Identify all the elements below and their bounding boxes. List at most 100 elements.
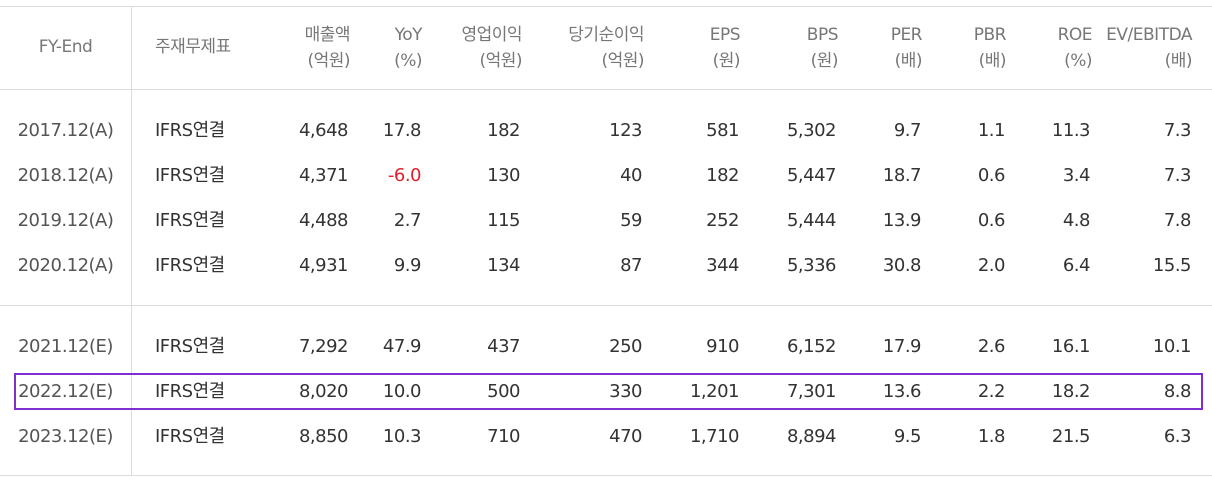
- cell-eps: 581: [706, 120, 739, 141]
- cell-operating-profit: 500: [487, 381, 520, 402]
- cell-sales: 8,020: [298, 381, 349, 402]
- table-top-border: [0, 6, 1212, 7]
- cell-sales: 4,488: [298, 210, 349, 231]
- cell-operating-profit: 130: [487, 165, 520, 186]
- cell-type: IFRS연결: [155, 120, 225, 141]
- cell-per: 17.9: [882, 336, 922, 357]
- cell-pbr: 1.8: [977, 426, 1006, 447]
- cell-eps: 182: [706, 165, 739, 186]
- cell-yoy: 10.0: [382, 381, 422, 402]
- header-pbr: PBR (배): [973, 25, 1007, 71]
- cell-roe: 6.4: [1062, 255, 1091, 276]
- cell-eps: 910: [706, 336, 739, 357]
- cell-roe: 4.8: [1062, 210, 1091, 231]
- header-bps: BPS (원): [806, 25, 839, 71]
- cell-roe: 21.5: [1051, 426, 1091, 447]
- cell-type: IFRS연결: [155, 255, 225, 276]
- cell-yoy: 47.9: [382, 336, 422, 357]
- cell-bps: 5,447: [786, 165, 837, 186]
- cell-net-income: 250: [609, 336, 642, 357]
- cell-operating-profit: 710: [487, 426, 520, 447]
- cell-pbr: 0.6: [977, 210, 1006, 231]
- cell-roe: 16.1: [1051, 336, 1091, 357]
- cell-net-income: 123: [609, 120, 642, 141]
- header-sales: 매출액 (억원): [304, 25, 351, 71]
- header-net-income: 당기순이익 (억원): [568, 25, 644, 71]
- cell-type: IFRS연결: [155, 426, 225, 447]
- cell-type: IFRS연결: [155, 336, 225, 357]
- cell-ev-ebitda: 7.3: [1163, 165, 1192, 186]
- cell-yoy: 9.9: [393, 255, 422, 276]
- cell-sales: 4,648: [298, 120, 349, 141]
- cell-yoy: 17.8: [382, 120, 422, 141]
- section-divider: [0, 305, 1212, 306]
- cell-fy-end: 2017.12(A): [17, 120, 114, 141]
- cell-operating-profit: 115: [487, 210, 520, 231]
- cell-fy-end: 2022.12(E): [18, 381, 113, 402]
- cell-eps: 1,201: [689, 381, 740, 402]
- cell-bps: 8,894: [786, 426, 837, 447]
- header-operating-profit: 영업이익 (억원): [461, 25, 522, 71]
- cell-sales: 4,371: [298, 165, 349, 186]
- header-per: PER (배): [890, 25, 923, 71]
- cell-ev-ebitda: 7.8: [1163, 210, 1192, 231]
- cell-bps: 5,336: [786, 255, 837, 276]
- cell-bps: 6,152: [786, 336, 837, 357]
- header-ev-ebitda: EV/EBITDA (배): [1106, 25, 1192, 71]
- cell-pbr: 2.6: [977, 336, 1006, 357]
- cell-ev-ebitda: 7.3: [1163, 120, 1192, 141]
- cell-operating-profit: 437: [487, 336, 520, 357]
- cell-fy-end: 2020.12(A): [17, 255, 114, 276]
- cell-net-income: 470: [609, 426, 642, 447]
- cell-type: IFRS연결: [155, 165, 225, 186]
- cell-sales: 7,292: [298, 336, 349, 357]
- cell-fy-end: 2019.12(A): [17, 210, 114, 231]
- cell-per: 30.8: [882, 255, 922, 276]
- cell-sales: 8,850: [298, 426, 349, 447]
- cell-pbr: 1.1: [977, 120, 1006, 141]
- header-type: 주재무제표: [155, 37, 231, 57]
- cell-ev-ebitda: 6.3: [1163, 426, 1192, 447]
- cell-eps: 344: [706, 255, 739, 276]
- cell-roe: 11.3: [1051, 120, 1091, 141]
- cell-net-income: 40: [620, 165, 642, 186]
- cell-fy-end: 2023.12(E): [18, 426, 113, 447]
- cell-operating-profit: 134: [487, 255, 520, 276]
- cell-operating-profit: 182: [487, 120, 520, 141]
- cell-per: 9.5: [893, 426, 922, 447]
- cell-yoy: -6.0: [387, 165, 422, 186]
- cell-net-income: 87: [620, 255, 642, 276]
- cell-roe: 18.2: [1051, 381, 1091, 402]
- cell-pbr: 0.6: [977, 165, 1006, 186]
- cell-ev-ebitda: 8.8: [1163, 381, 1192, 402]
- cell-bps: 5,444: [786, 210, 837, 231]
- cell-sales: 4,931: [298, 255, 349, 276]
- cell-per: 13.9: [882, 210, 922, 231]
- cell-bps: 5,302: [786, 120, 837, 141]
- cell-yoy: 2.7: [393, 210, 422, 231]
- cell-type: IFRS연결: [155, 381, 225, 402]
- cell-per: 18.7: [882, 165, 922, 186]
- cell-fy-end: 2021.12(E): [18, 336, 113, 357]
- cell-yoy: 10.3: [382, 426, 422, 447]
- header-eps: EPS (원): [709, 25, 741, 71]
- cell-roe: 3.4: [1062, 165, 1091, 186]
- cell-net-income: 330: [609, 381, 642, 402]
- table-bottom-border: [0, 475, 1212, 476]
- cell-eps: 252: [706, 210, 739, 231]
- cell-ev-ebitda: 10.1: [1152, 336, 1192, 357]
- header-fy-end: FY-End: [38, 37, 93, 57]
- cell-fy-end: 2018.12(A): [17, 165, 114, 186]
- cell-bps: 7,301: [786, 381, 837, 402]
- cell-type: IFRS연결: [155, 210, 225, 231]
- financial-summary-table: FY-End 주재무제표 매출액 (억원) YoY (%) 영업이익 (억원) 당기순…: [0, 0, 1212, 481]
- header-bottom-border: [0, 89, 1212, 90]
- cell-per: 13.6: [882, 381, 922, 402]
- cell-net-income: 59: [620, 210, 642, 231]
- cell-per: 9.7: [893, 120, 922, 141]
- cell-pbr: 2.2: [977, 381, 1006, 402]
- cell-pbr: 2.0: [977, 255, 1006, 276]
- header-yoy: YoY (%): [394, 25, 422, 71]
- cell-eps: 1,710: [689, 426, 740, 447]
- header-roe: ROE (%): [1057, 25, 1093, 71]
